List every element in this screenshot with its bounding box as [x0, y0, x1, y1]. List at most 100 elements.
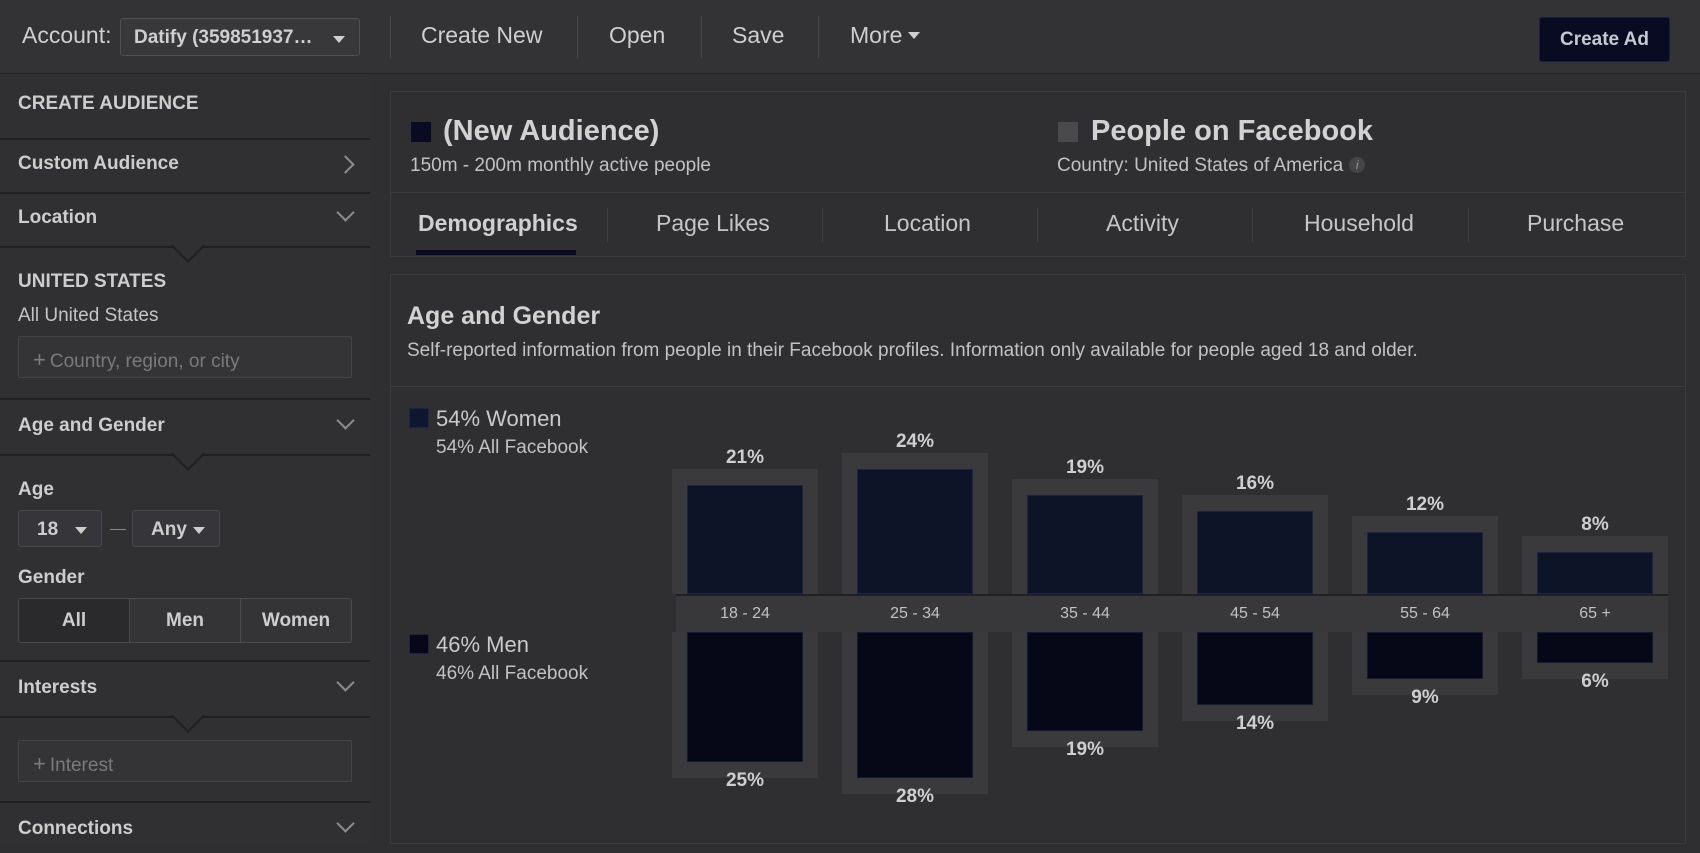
info-icon[interactable]: i — [1349, 157, 1366, 173]
men-value-label: 6% — [1581, 671, 1609, 693]
section-pointer — [171, 437, 205, 471]
section-pointer — [171, 699, 205, 733]
women-bar-35-44[interactable] — [1027, 495, 1143, 594]
tab-household[interactable]: Household — [1304, 210, 1414, 237]
men-value-label: 19% — [1065, 738, 1105, 760]
toolbar-divider — [577, 16, 578, 58]
create-new-button[interactable]: Create New — [421, 22, 542, 49]
men-bar-18-24[interactable] — [687, 632, 803, 762]
connections-label: Connections — [18, 818, 134, 839]
women-legend-label: 54% Women — [436, 406, 562, 431]
section-divider — [390, 386, 1686, 387]
sidebar: CREATE AUDIENCE Custom Audience Location… — [0, 74, 370, 844]
gender-all-button[interactable]: All — [19, 599, 130, 642]
men-value-label: 25% — [725, 770, 765, 791]
tab-divider — [1252, 208, 1253, 242]
active-tab-indicator — [416, 250, 576, 255]
men-bar-35-44[interactable] — [1027, 632, 1143, 731]
age-gender-section-header[interactable]: Age and Gender — [0, 400, 370, 471]
men-value-label: 14% — [1235, 712, 1275, 734]
toolbar-divider — [818, 16, 819, 58]
men-value-label: 9% — [1411, 686, 1439, 708]
age-category-label: 25 - 34 — [890, 605, 940, 622]
gender-men-button[interactable]: Men — [130, 599, 241, 642]
custom-audience-section[interactable]: Custom Audience — [0, 138, 370, 194]
age-min-value: 18 — [37, 519, 59, 540]
account-select[interactable]: Datify (359851937… — [120, 18, 360, 56]
gender-label: Gender — [18, 567, 85, 588]
women-value-label: 16% — [1235, 472, 1275, 494]
chevron-down-icon — [336, 411, 355, 430]
plus-icon: + — [33, 347, 46, 372]
men-legend-swatch — [409, 634, 429, 654]
age-label: Age — [18, 479, 54, 500]
compare-country: Country: United States of America — [1057, 155, 1344, 176]
country-heading: UNITED STATES — [18, 271, 167, 292]
women-bar-65[interactable] — [1537, 552, 1653, 594]
audience-title: (New Audience) — [443, 115, 660, 147]
men-bar-25-34[interactable] — [857, 632, 973, 778]
open-button[interactable]: Open — [609, 22, 665, 49]
interest-search-input[interactable]: + Interest — [18, 740, 352, 782]
location-section-header[interactable]: Location — [0, 192, 370, 263]
age-gender-label: Age and Gender — [18, 415, 165, 436]
women-value-label: 19% — [1065, 457, 1105, 479]
age-category-label: 35 - 44 — [1060, 605, 1110, 622]
men-value-label: 28% — [895, 785, 935, 807]
tab-activity[interactable]: Activity — [1106, 210, 1179, 237]
create-ad-button[interactable]: Create Ad — [1539, 17, 1670, 62]
facebook-swatch — [1058, 122, 1078, 142]
tab-location[interactable]: Location — [884, 210, 971, 237]
women-bar-45-54[interactable] — [1197, 510, 1313, 594]
tab-page-likes[interactable]: Page Likes — [656, 210, 770, 237]
tab-divider — [1037, 208, 1038, 242]
men-bar-45-54[interactable] — [1197, 632, 1313, 705]
women-value-label: 8% — [1581, 514, 1609, 536]
gender-women-button[interactable]: Women — [241, 599, 351, 642]
men-bar-55-64[interactable] — [1367, 632, 1483, 679]
location-search-input[interactable]: + Country, region, or city — [18, 336, 352, 378]
women-bar-18-24[interactable] — [687, 484, 803, 594]
women-value-label: 12% — [1405, 493, 1445, 515]
audience-swatch — [411, 122, 431, 142]
caret-down-icon — [333, 36, 345, 43]
connections-section-header[interactable]: Connections — [0, 803, 370, 853]
age-max-select[interactable]: Any — [132, 510, 220, 547]
top-toolbar: Account: Datify (359851937… Create New O… — [0, 0, 1700, 74]
section-pointer — [171, 229, 205, 263]
age-max-value: Any — [151, 519, 187, 540]
save-button[interactable]: Save — [732, 22, 784, 49]
tab-divider — [822, 208, 823, 242]
men-bar-65[interactable] — [1537, 632, 1653, 664]
tab-divider — [607, 208, 608, 242]
chevron-right-icon — [336, 155, 355, 174]
compare-detail: Country: United States of America i — [1057, 155, 1366, 177]
women-value-label: 21% — [725, 446, 765, 468]
location-label: Location — [18, 207, 98, 228]
women-bar-55-64[interactable] — [1367, 531, 1483, 594]
men-legend-label: 46% Men — [436, 632, 529, 657]
women-legend-sub: 54% All Facebook — [436, 437, 589, 458]
chevron-down-icon — [336, 673, 355, 692]
sidebar-header: CREATE AUDIENCE — [0, 74, 370, 140]
plus-icon: + — [33, 751, 46, 776]
more-menu-button[interactable]: More — [850, 22, 921, 49]
men-legend-sub: 46% All Facebook — [436, 663, 589, 684]
toolbar-divider — [701, 16, 702, 58]
tab-demographics[interactable]: Demographics — [418, 210, 578, 237]
interests-section-header[interactable]: Interests — [0, 662, 370, 733]
age-min-select[interactable]: 18 — [18, 510, 102, 547]
audience-size: 150m - 200m monthly active people — [410, 155, 711, 176]
range-dash — [110, 529, 126, 530]
women-bar-25-34[interactable] — [857, 469, 973, 594]
interests-label: Interests — [18, 677, 98, 698]
caret-down-icon — [75, 527, 87, 534]
country-detail: All United States — [18, 305, 159, 326]
account-label: Account: — [22, 22, 112, 48]
tab-purchase[interactable]: Purchase — [1527, 210, 1624, 237]
custom-audience-label: Custom Audience — [18, 153, 179, 174]
women-legend-swatch — [409, 408, 429, 428]
account-select-value: Datify (359851937… — [134, 27, 313, 48]
age-category-label: 18 - 24 — [720, 605, 770, 622]
compare-title: People on Facebook — [1091, 115, 1373, 147]
